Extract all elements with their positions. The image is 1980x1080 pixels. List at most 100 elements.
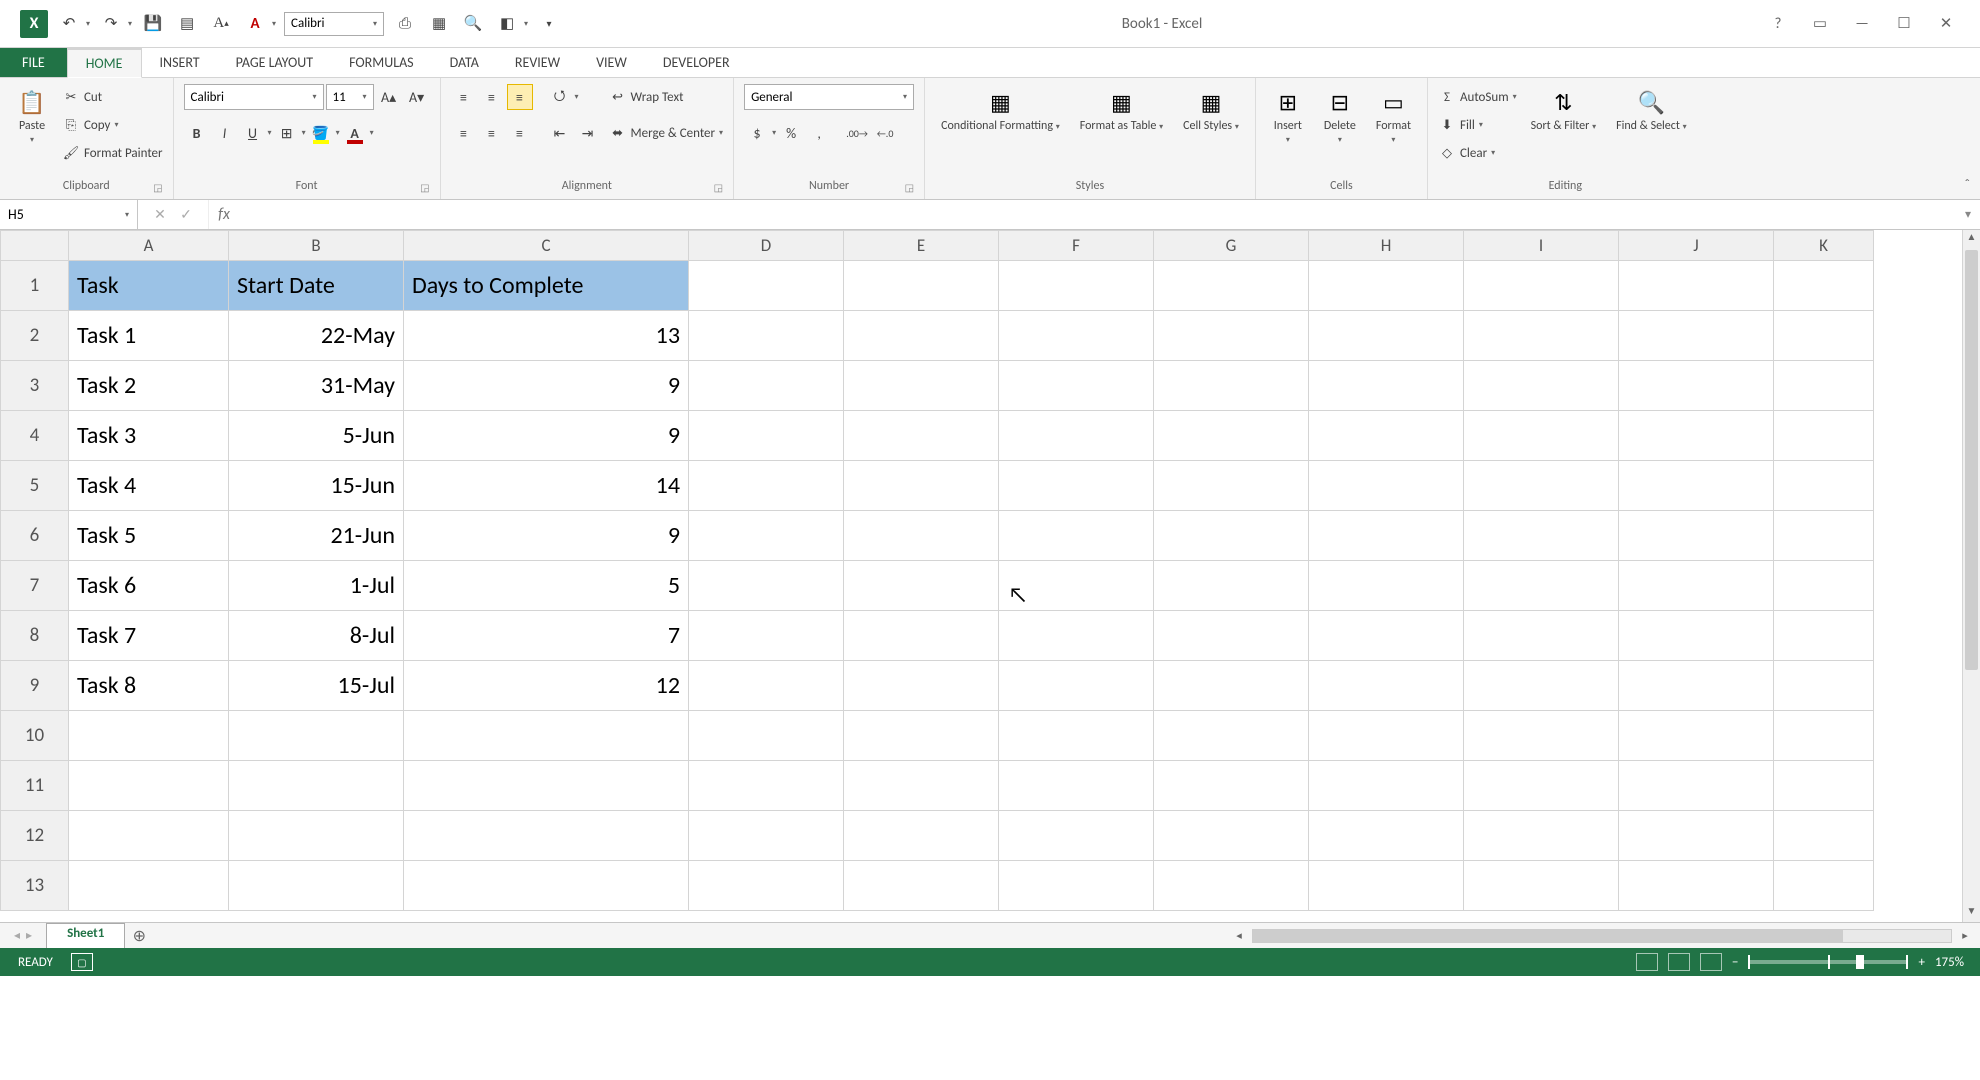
select-all-corner[interactable] — [1, 231, 69, 261]
scroll-up-icon[interactable]: ▲ — [1963, 230, 1980, 248]
row-header-6[interactable]: 6 — [1, 511, 69, 561]
cell-C10[interactable] — [404, 711, 689, 761]
cell-D10[interactable] — [689, 711, 844, 761]
font-color-icon[interactable]: A — [242, 10, 268, 38]
enter-formula-icon[interactable]: ✓ — [174, 206, 198, 223]
zoom-level[interactable]: 175% — [1935, 955, 1964, 970]
cell-B7[interactable]: 1-Jul — [229, 561, 404, 611]
clipboard-launcher-icon[interactable]: ◲ — [153, 181, 162, 194]
cell-J13[interactable] — [1619, 861, 1774, 911]
cell-F11[interactable] — [999, 761, 1154, 811]
ribbon-display-button[interactable]: ▭ — [1804, 10, 1836, 38]
format-as-table-button[interactable]: ▦Format as Table ▾ — [1074, 84, 1169, 135]
cell-A6[interactable]: Task 5 — [69, 511, 229, 561]
vscroll-thumb[interactable] — [1965, 250, 1978, 670]
file-tab[interactable]: FILE — [0, 48, 67, 77]
col-header-B[interactable]: B — [229, 231, 404, 261]
cell-K6[interactable] — [1774, 511, 1874, 561]
cell-K11[interactable] — [1774, 761, 1874, 811]
col-header-J[interactable]: J — [1619, 231, 1774, 261]
cell-G10[interactable] — [1154, 711, 1309, 761]
cell-I1[interactable] — [1464, 261, 1619, 311]
cell-B1[interactable]: Start Date — [229, 261, 404, 311]
cell-C12[interactable] — [404, 811, 689, 861]
cell-E2[interactable] — [844, 311, 999, 361]
cell-J1[interactable] — [1619, 261, 1774, 311]
cell-I5[interactable] — [1464, 461, 1619, 511]
orientation-button[interactable]: ⭯ — [547, 84, 573, 110]
close-button[interactable]: ✕ — [1930, 10, 1962, 38]
cell-F3[interactable] — [999, 361, 1154, 411]
col-header-F[interactable]: F — [999, 231, 1154, 261]
sheet-nav-prev-icon[interactable]: ◂ — [14, 928, 20, 943]
col-header-D[interactable]: D — [689, 231, 844, 261]
cell-B10[interactable] — [229, 711, 404, 761]
cell-F7[interactable] — [999, 561, 1154, 611]
cell-J11[interactable] — [1619, 761, 1774, 811]
cell-G11[interactable] — [1154, 761, 1309, 811]
tab-view[interactable]: VIEW — [578, 48, 645, 77]
cell-E5[interactable] — [844, 461, 999, 511]
vertical-scrollbar[interactable]: ▲ ▼ — [1962, 230, 1980, 922]
cell-J10[interactable] — [1619, 711, 1774, 761]
cell-C2[interactable]: 13 — [404, 311, 689, 361]
align-left-button[interactable]: ≡ — [451, 120, 477, 146]
cell-B11[interactable] — [229, 761, 404, 811]
tab-home[interactable]: HOME — [67, 48, 142, 78]
cell-K2[interactable] — [1774, 311, 1874, 361]
cell-G6[interactable] — [1154, 511, 1309, 561]
col-header-H[interactable]: H — [1309, 231, 1464, 261]
help-button[interactable]: ? — [1762, 10, 1794, 38]
cell-G7[interactable] — [1154, 561, 1309, 611]
format-painter-button[interactable]: 🖌Format Painter — [62, 140, 163, 166]
col-header-C[interactable]: C — [404, 231, 689, 261]
cell-A1[interactable]: Task — [69, 261, 229, 311]
qat-icon-3[interactable]: 🔍 — [460, 10, 486, 38]
formula-input[interactable] — [239, 200, 1956, 229]
cell-F6[interactable] — [999, 511, 1154, 561]
cell-J3[interactable] — [1619, 361, 1774, 411]
cell-C6[interactable]: 9 — [404, 511, 689, 561]
cell-D6[interactable] — [689, 511, 844, 561]
cell-H9[interactable] — [1309, 661, 1464, 711]
cell-B5[interactable]: 15-Jun — [229, 461, 404, 511]
grow-font-button[interactable]: A▴ — [376, 84, 402, 110]
cell-A5[interactable]: Task 4 — [69, 461, 229, 511]
cell-F10[interactable] — [999, 711, 1154, 761]
qat-print-preview-icon[interactable]: ▤ — [174, 10, 200, 38]
cell-H12[interactable] — [1309, 811, 1464, 861]
cell-I8[interactable] — [1464, 611, 1619, 661]
cell-I3[interactable] — [1464, 361, 1619, 411]
cell-K9[interactable] — [1774, 661, 1874, 711]
cell-E11[interactable] — [844, 761, 999, 811]
border-button[interactable]: ⊞ — [274, 120, 300, 146]
cell-B2[interactable]: 22-May — [229, 311, 404, 361]
cell-H10[interactable] — [1309, 711, 1464, 761]
cell-K4[interactable] — [1774, 411, 1874, 461]
row-header-13[interactable]: 13 — [1, 861, 69, 911]
cell-C13[interactable] — [404, 861, 689, 911]
cell-F4[interactable] — [999, 411, 1154, 461]
cell-J9[interactable] — [1619, 661, 1774, 711]
row-header-12[interactable]: 12 — [1, 811, 69, 861]
cell-A13[interactable] — [69, 861, 229, 911]
view-page-break-button[interactable] — [1700, 953, 1722, 971]
view-normal-button[interactable] — [1636, 953, 1658, 971]
cell-A2[interactable]: Task 1 — [69, 311, 229, 361]
cell-G3[interactable] — [1154, 361, 1309, 411]
underline-button[interactable]: U — [240, 120, 266, 146]
minimize-button[interactable]: — — [1846, 10, 1878, 38]
horizontal-scrollbar[interactable] — [1252, 929, 1952, 943]
cell-G5[interactable] — [1154, 461, 1309, 511]
row-header-7[interactable]: 7 — [1, 561, 69, 611]
shrink-font-button[interactable]: A▾ — [404, 84, 430, 110]
clear-button[interactable]: ◇Clear ▾ — [1438, 140, 1517, 166]
cell-G13[interactable] — [1154, 861, 1309, 911]
cell-H3[interactable] — [1309, 361, 1464, 411]
cell-I12[interactable] — [1464, 811, 1619, 861]
hscroll-left-icon[interactable]: ◂ — [1230, 929, 1248, 942]
row-header-2[interactable]: 2 — [1, 311, 69, 361]
cell-G4[interactable] — [1154, 411, 1309, 461]
redo-button[interactable]: ↷ — [98, 10, 124, 38]
cell-H6[interactable] — [1309, 511, 1464, 561]
